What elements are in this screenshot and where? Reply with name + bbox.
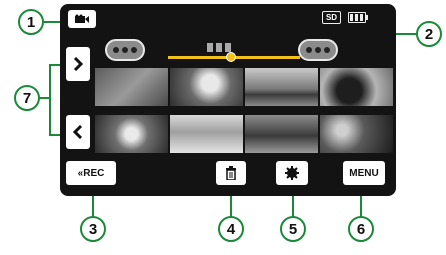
chevron-left-icon bbox=[73, 125, 83, 139]
sd-card-indicator: SD bbox=[322, 11, 341, 24]
thumb-flowers[interactable] bbox=[95, 115, 168, 153]
rec-button[interactable]: «REC bbox=[66, 161, 116, 185]
prev-date-button[interactable] bbox=[105, 39, 145, 61]
delete-button[interactable] bbox=[216, 161, 246, 185]
thumb-beach-chair[interactable] bbox=[170, 115, 243, 153]
thumb-beach-walk[interactable] bbox=[245, 115, 318, 153]
thumb-sunset[interactable] bbox=[245, 68, 318, 106]
callout-1: 1 bbox=[18, 9, 44, 35]
callout-5: 5 bbox=[280, 216, 306, 242]
battery-icon bbox=[348, 12, 368, 23]
playback-mode-button[interactable] bbox=[276, 161, 308, 185]
callout-3: 3 bbox=[80, 216, 106, 242]
date-display bbox=[207, 43, 231, 52]
video-camera-icon bbox=[75, 14, 89, 23]
gear-stamp-icon bbox=[285, 166, 299, 180]
menu-button[interactable]: MENU bbox=[343, 161, 385, 185]
chevron-right-icon bbox=[73, 57, 83, 71]
prev-page-button[interactable] bbox=[66, 115, 90, 149]
next-page-button[interactable] bbox=[66, 47, 90, 81]
trash-icon bbox=[226, 166, 236, 180]
lcd-screen: SD «REC MENU bbox=[60, 4, 396, 196]
next-date-button[interactable] bbox=[298, 39, 338, 61]
video-mode-button[interactable] bbox=[68, 10, 96, 28]
callout-2: 2 bbox=[416, 21, 442, 47]
callout-6: 6 bbox=[348, 216, 374, 242]
timeline-slider-knob[interactable] bbox=[226, 52, 236, 62]
callout-4: 4 bbox=[218, 216, 244, 242]
thumb-person[interactable] bbox=[170, 68, 243, 106]
callout-7: 7 bbox=[14, 85, 40, 111]
thumb-palm-silhouette[interactable] bbox=[320, 68, 393, 106]
thumb-couple[interactable] bbox=[320, 115, 393, 153]
thumb-palms[interactable] bbox=[95, 68, 168, 106]
